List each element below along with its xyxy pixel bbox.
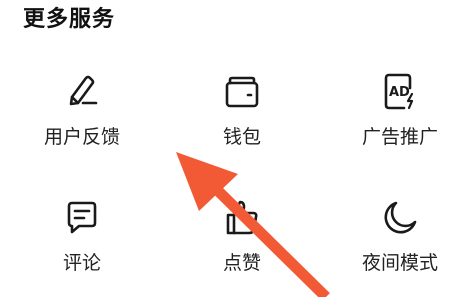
service-label: 点赞 [222,252,261,274]
service-item-like[interactable]: 点赞 [187,198,297,308]
service-item-night-mode[interactable]: 夜间模式 [345,198,450,308]
section-title: 更多服务 [23,7,116,32]
thumbs-up-icon [222,198,262,238]
service-label: 用户反馈 [43,126,120,148]
service-item-feedback[interactable]: 用户反馈 [27,72,137,182]
wallet-icon [222,72,262,112]
feedback-pen-icon [62,72,102,112]
service-item-wallet[interactable]: 钱包 [187,72,297,182]
service-label: 评论 [62,252,101,274]
service-item-ad-promotion[interactable]: AD 广告推广 [345,72,450,182]
service-item-comment[interactable]: 评论 [27,198,137,308]
service-label: 夜间模式 [361,252,438,274]
service-label: 广告推广 [361,126,438,148]
ad-promotion-icon: AD [380,72,420,112]
moon-icon [380,198,420,238]
svg-text:AD: AD [389,85,410,100]
service-label: 钱包 [222,126,261,148]
comment-icon [62,198,102,238]
